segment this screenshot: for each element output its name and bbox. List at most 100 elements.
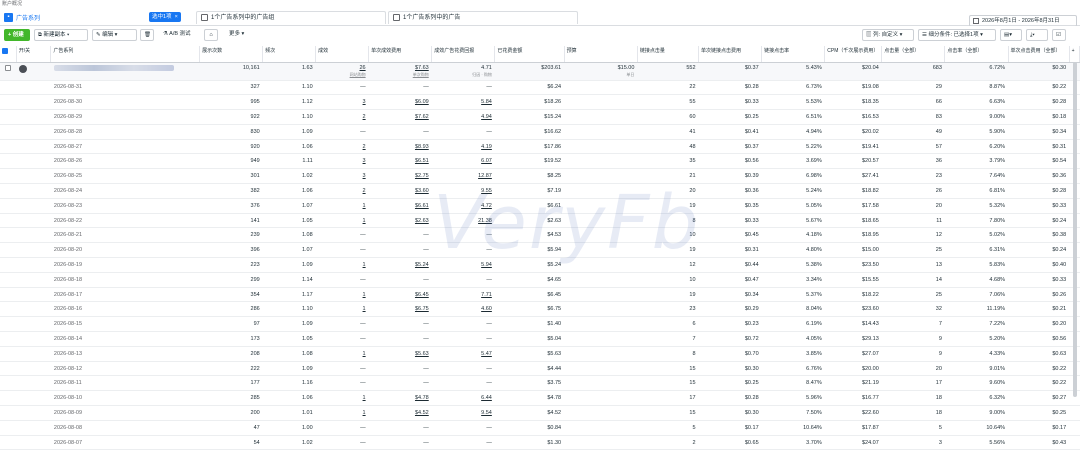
breakdown-button[interactable]: ☰ 细分条件: 已选择1项 ▾ [918,29,996,41]
summary-budget[interactable]: $15.00 单日 [564,62,638,81]
cell-roas[interactable]: 5.84 [431,94,495,111]
close-icon[interactable]: × [175,12,178,22]
table-row[interactable]: 2026-08-27 920 1.06 2 $8.93 4.19 $17.86 48 $0.37… [0,139,1080,155]
reports-button[interactable]: ▤▾ [1000,29,1022,41]
col-header-ctr-all[interactable]: 点击率（全部） [944,46,1009,63]
duplicate-button[interactable]: ⧉ 新建副本 ▾ [34,29,88,41]
table-row[interactable]: 2026-08-30 995 1.12 3 $6.09 5.84 $18.26 55 $0.33… [0,94,1080,111]
export-button[interactable]: ⤓▾ [1026,29,1048,41]
cell-cost-per-result[interactable]: $6.51 [368,153,432,170]
cell-cost-per-result[interactable]: $6.09 [368,94,432,111]
cell-results[interactable]: 1 [315,301,369,318]
columns-button[interactable]: ▥ 列: 自定义 ▾ [862,29,914,41]
col-header-budget[interactable]: 预算 [564,46,638,63]
cell-results[interactable]: 2 [315,109,369,125]
table-row[interactable]: 2026-08-07 54 1.02— — — $1.30 2 $0.65 3.70% $24.0… [0,435,1080,451]
tab-campaigns[interactable]: ▪ 广告系列 [4,11,40,23]
table-row[interactable]: 2026-08-29 922 1.10 2 $7.62 4.94 $15.24 60 $0.25… [0,109,1080,125]
table-row[interactable]: 2026-08-13 208 1.08 1 $5.63 5.47 $5.63 8 $0.70 3.… [0,346,1080,362]
table-row[interactable]: 2026-08-14 173 1.05 — — — $5.04 7 $0.72 4.05% $29.… [0,331,1080,347]
ab-test-button[interactable]: ⚗ A/B 测试 [160,29,198,41]
add-column-button[interactable]: + [1069,46,1080,63]
cell-cost-per-result[interactable]: $5.63 [368,346,432,362]
col-header-amount-spent[interactable]: 已花费金额 [494,46,565,63]
table-row[interactable]: 2026-08-18 299 1.14 — — — $4.65 10 $0.47 3.34% $15… [0,272,1080,288]
cell-cost-per-result[interactable]: $6.45 [368,287,432,303]
table-row[interactable]: 2026-08-06901.03———$3.283$1.093.33%$36.4… [0,449,1080,454]
col-header-onoff[interactable]: 开/关 [16,46,52,63]
cell-results[interactable]: 1 [315,405,369,421]
cell-cost-per-result[interactable]: $6.75 [368,301,432,318]
cell-results[interactable]: 1 [315,287,369,303]
col-header-cpc-all[interactable]: 单次点击费用（全部） [1008,46,1070,63]
cell-results[interactable]: 3 [315,153,369,170]
table-row[interactable]: 2026-08-12 222 1.09 — — — $4.44 15 $0.30 6.76% $20… [0,361,1080,377]
cell-cost-per-result[interactable]: $7.62 [368,109,432,125]
campaign-name-blurred[interactable] [50,62,200,81]
cell-roas[interactable]: 4.19 [431,139,495,155]
campaign-summary-row[interactable]: 10,161 1.63 26 网站购物 $7.63 单次购物 4.71 归因 · 购物… [0,62,1080,81]
col-header-cost-per-result[interactable]: 单次成效费用 [368,46,433,63]
selected-badge[interactable]: 选中1项 × [149,12,181,22]
table-row[interactable]: 2026-08-11 177 1.16 — — — $3.75 15 $0.25 8.47% $21… [0,375,1080,392]
cell-results[interactable]: 3 [315,94,369,111]
more-button[interactable]: 更多 ▾ [226,29,254,41]
cell-results[interactable]: 1 [315,390,369,407]
col-header-results[interactable]: 成效 [315,46,370,63]
summary-cpr[interactable]: $7.63 单次购物 [368,62,432,81]
col-header-clicks-all[interactable]: 点击量（全部） [881,46,946,63]
cell-roas[interactable]: 5.47 [431,346,495,362]
cell-roas[interactable]: 4.60 [431,301,495,318]
cell-roas[interactable]: 6.07 [431,153,495,170]
col-header-cpc-link[interactable]: 单次链接点击费用 [698,46,763,63]
col-header-campaign[interactable]: 广告系列 [50,46,201,63]
table-row[interactable]: 2026-08-09 200 1.01 1 $4.52 9.54 $4.52 15 $0.30 7… [0,405,1080,421]
cell-results[interactable]: 1 [315,346,369,362]
table-row[interactable]: 2026-08-31 327 1.10 — — — $6.24 22 $0.28 6.73% $19… [0,80,1080,96]
cell-roas[interactable]: 9.54 [431,405,495,421]
table-row[interactable]: 2026-08-15 97 1.09 — — — $1.40 6 $0.23 6.19% $14.4… [0,316,1080,333]
cell-value: 222 [250,365,260,372]
cell-cost-per-result[interactable]: $4.78 [368,390,432,407]
select-all-checkbox[interactable] [0,46,17,63]
table-row[interactable]: 2026-08-08 47 1.00 — — — $0.84 5 $0.17 10.64% $17.… [0,420,1080,436]
cell-results[interactable]: 1 [315,213,369,229]
cell-results[interactable]: 2 [315,139,369,155]
col-header-frequency[interactable]: 频次 [262,46,317,63]
tag-button[interactable]: ⌂ [204,29,218,41]
table-row[interactable]: 2026-08-26 949 1.11 3 $6.51 6.07 $19.52 35 $0.56… [0,153,1080,170]
table-row[interactable]: 2026-08-28 830 1.09 — — — $16.62 41 $0.41 4.94% $2… [0,124,1080,140]
cell-cost-per-result[interactable]: $8.93 [368,139,432,155]
col-header-impressions[interactable]: 展示次数 [199,46,264,63]
cell-cost-per-result[interactable]: $2.63 [368,213,432,229]
col-header-roas[interactable]: 成效广告花费回报 [431,46,496,63]
tab-adsets[interactable]: 1个广告系列中的广告组 [196,11,386,24]
campaign-toggle[interactable] [16,62,51,81]
row-checkbox[interactable] [0,62,17,81]
vertical-scrollbar[interactable] [1073,62,1077,397]
cell-cost-per-result[interactable]: $5.24 [368,257,432,273]
cell-roas[interactable]: 4.94 [431,109,495,125]
cell-results[interactable]: 1 [315,257,369,273]
col-header-ctr-link[interactable]: 链接点击率 [761,46,826,63]
tab-ads[interactable]: 1个广告系列中的广告 [388,11,578,24]
create-button[interactable]: + 创建 [4,29,30,41]
cell-roas[interactable]: 6.44 [431,390,495,407]
delete-button[interactable]: 🗑 [140,29,154,41]
summary-results[interactable]: 26 网站购物 [315,62,369,81]
cell-cost-per-result[interactable]: $2.75 [368,168,432,185]
cell-cost-per-result[interactable]: $4.52 [368,405,432,421]
cell-results[interactable]: 2 [315,183,369,199]
cell-results[interactable]: 3 [315,168,369,185]
table-row[interactable]: 2026-08-10 285 1.06 1 $4.78 6.44 $4.78 17 $0.28 5… [0,390,1080,407]
table-row[interactable]: 2026-08-17 354 1.17 1 $6.45 7.71 $6.45 19 $0.34 5… [0,287,1080,303]
cell-cost-per-result[interactable]: $3.60 [368,183,432,199]
view-settings-button[interactable]: ☑ [1052,29,1066,41]
edit-button[interactable]: ✎ 编辑 ▾ [92,29,137,41]
cell-roas[interactable]: 7.71 [431,287,495,303]
col-header-cpm[interactable]: CPM（千次展示费用） [824,46,883,63]
col-header-link-clicks[interactable]: 链接点击量 [637,46,700,63]
cell-results[interactable]: 1 [315,198,369,214]
cell-cost-per-result[interactable]: $6.61 [368,198,432,214]
table-row[interactable]: 2026-08-16 286 1.10 1 $6.75 4.60 $6.75 23 $0.29 8… [0,301,1080,318]
